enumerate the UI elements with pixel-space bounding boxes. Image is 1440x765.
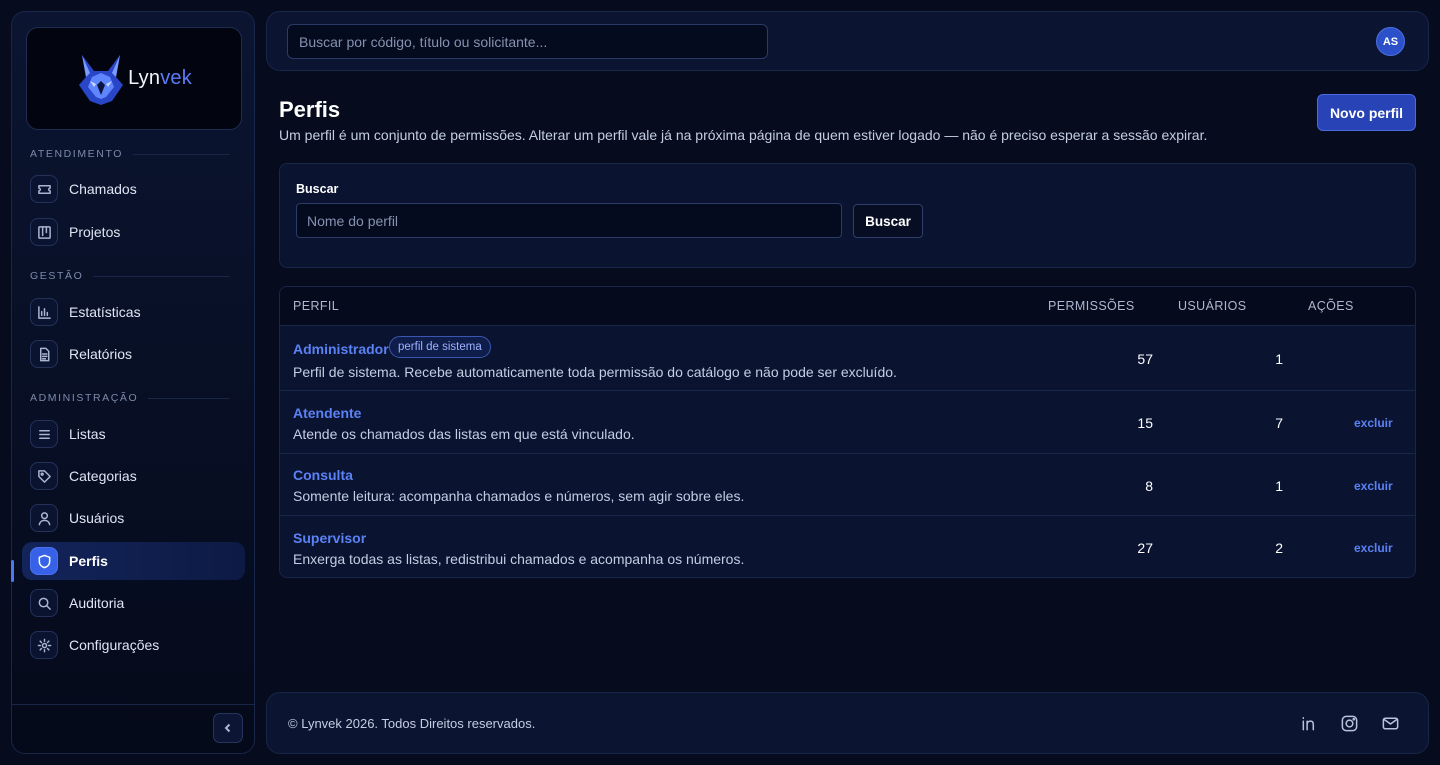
- users-count: 1: [1275, 351, 1283, 367]
- tag-icon: [30, 462, 58, 490]
- section-label-atendimento: ATENDIMENTO: [30, 148, 230, 160]
- profile-name-link[interactable]: Atendente: [293, 405, 361, 421]
- profiles-table: PERFIL PERMISSÕES USUÁRIOS AÇÕES Adminis…: [279, 286, 1416, 578]
- column-header-acoes: AÇÕES: [1308, 299, 1354, 313]
- page-title: Perfis: [279, 97, 341, 122]
- sidebar-item-label: Relatórios: [69, 346, 133, 362]
- sidebar-item-usuarios[interactable]: Usuários: [22, 499, 245, 537]
- sidebar-item-label: Auditoria: [69, 595, 125, 611]
- filter-panel: Buscar Buscar: [279, 163, 1416, 268]
- table-row: Supervisor Enxerga todas as listas, redi…: [280, 516, 1415, 577]
- gear-icon: [30, 631, 58, 659]
- search-icon: [30, 589, 58, 617]
- collapse-sidebar-button[interactable]: [213, 713, 243, 743]
- active-indicator: [11, 560, 14, 582]
- system-profile-badge: perfil de sistema: [389, 336, 491, 358]
- delete-link[interactable]: excluir: [1354, 416, 1393, 430]
- brand-logo[interactable]: Lynvek: [26, 27, 242, 130]
- footer: © Lynvek 2026. Todos Direitos reservados…: [266, 692, 1429, 754]
- delete-link[interactable]: excluir: [1354, 479, 1393, 493]
- permissions-count: 15: [1137, 415, 1153, 431]
- sidebar-item-label: Perfis: [69, 553, 108, 569]
- list-icon: [30, 420, 58, 448]
- table-row: Atendente Atende os chamados das listas …: [280, 391, 1415, 454]
- sidebar-item-relatorios[interactable]: Relatórios: [22, 335, 245, 373]
- profile-description: Somente leitura: acompanha chamados e nú…: [293, 488, 745, 504]
- document-icon: [30, 340, 58, 368]
- bar-chart-icon: [30, 298, 58, 326]
- top-bar: AS: [266, 11, 1429, 71]
- users-count: 1: [1275, 478, 1283, 494]
- sidebar: Lynvek ATENDIMENTO Chamados Projetos GES…: [11, 11, 255, 754]
- mail-icon[interactable]: [1381, 714, 1400, 733]
- table-row: Administrador perfil de sistema Perfil d…: [280, 326, 1415, 391]
- profile-description: Atende os chamados das listas em que est…: [293, 426, 635, 442]
- sidebar-item-label: Listas: [69, 426, 106, 442]
- kanban-icon: [30, 218, 58, 246]
- filter-label: Buscar: [296, 182, 339, 196]
- profile-description: Perfil de sistema. Recebe automaticament…: [293, 364, 897, 380]
- permissions-count: 8: [1145, 478, 1153, 494]
- permissions-count: 27: [1137, 540, 1153, 556]
- sidebar-item-label: Configurações: [69, 637, 160, 653]
- global-search-input[interactable]: [287, 24, 768, 59]
- section-label-gestao: GESTÃO: [30, 270, 230, 282]
- linkedin-icon[interactable]: [1300, 714, 1319, 733]
- sidebar-item-auditoria[interactable]: Auditoria: [22, 584, 245, 622]
- table-row: Consulta Somente leitura: acompanha cham…: [280, 454, 1415, 516]
- search-button[interactable]: Buscar: [853, 204, 923, 238]
- sidebar-item-perfis[interactable]: Perfis: [22, 542, 245, 580]
- permissions-count: 57: [1137, 351, 1153, 367]
- profile-description: Enxerga todas as listas, redistribui cha…: [293, 551, 745, 567]
- chevron-left-icon: [224, 723, 231, 733]
- profile-name-input[interactable]: [296, 203, 842, 238]
- ticket-icon: [30, 175, 58, 203]
- new-profile-button[interactable]: Novo perfil: [1317, 94, 1416, 131]
- table-header: PERFIL PERMISSÕES USUÁRIOS AÇÕES: [280, 287, 1415, 326]
- page-subtitle: Um perfil é um conjunto de permissões. A…: [279, 127, 1208, 143]
- column-header-perfil: PERFIL: [293, 299, 340, 313]
- users-count: 2: [1275, 540, 1283, 556]
- section-label-administracao: ADMINISTRAÇÃO: [30, 392, 230, 404]
- sidebar-item-label: Chamados: [69, 181, 137, 197]
- sidebar-item-label: Estatísticas: [69, 304, 141, 320]
- copyright-text: © Lynvek 2026. Todos Direitos reservados…: [288, 716, 536, 731]
- user-icon: [30, 504, 58, 532]
- column-header-permissoes: PERMISSÕES: [1048, 299, 1135, 313]
- sidebar-item-estatisticas[interactable]: Estatísticas: [22, 293, 245, 331]
- sidebar-item-listas[interactable]: Listas: [22, 415, 245, 453]
- sidebar-divider: [12, 704, 254, 705]
- profile-name-link[interactable]: Supervisor: [293, 530, 366, 546]
- avatar[interactable]: AS: [1376, 27, 1405, 56]
- sidebar-item-label: Usuários: [69, 510, 125, 526]
- instagram-icon[interactable]: [1340, 714, 1359, 733]
- sidebar-item-label: Categorias: [69, 468, 137, 484]
- lynx-logo-icon: [79, 54, 124, 105]
- shield-icon: [30, 547, 58, 575]
- sidebar-item-categorias[interactable]: Categorias: [22, 457, 245, 495]
- brand-name: Lynvek: [128, 67, 192, 89]
- delete-link[interactable]: excluir: [1354, 541, 1393, 555]
- sidebar-item-configuracoes[interactable]: Configurações: [22, 626, 245, 664]
- column-header-usuarios: USUÁRIOS: [1178, 299, 1247, 313]
- users-count: 7: [1275, 415, 1283, 431]
- profile-name-link[interactable]: Administrador: [293, 341, 389, 357]
- sidebar-item-label: Projetos: [69, 224, 121, 240]
- profile-name-link[interactable]: Consulta: [293, 467, 353, 483]
- sidebar-item-projetos[interactable]: Projetos: [22, 213, 245, 251]
- sidebar-item-chamados[interactable]: Chamados: [22, 170, 245, 208]
